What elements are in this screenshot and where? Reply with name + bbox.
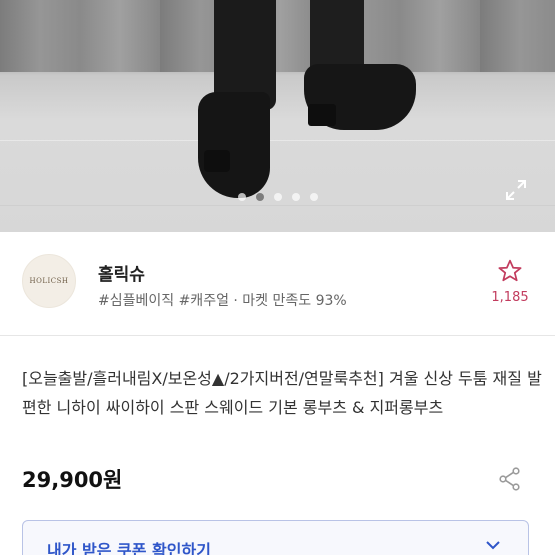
boot [198, 92, 270, 198]
carousel-dot[interactable] [309, 193, 318, 201]
coupon-check-button[interactable]: 내가 받은 쿠폰 확인하기 [22, 520, 529, 555]
product-title: [오늘출발/흘러내림X/보온성▲/2가지버전/연말룩추천] 겨울 신상 두툼 재… [22, 369, 542, 417]
product-price: 29,900원 [22, 468, 123, 492]
boot-heel [204, 150, 230, 172]
carousel-dot[interactable] [291, 193, 300, 201]
photo-floor-line [0, 140, 555, 141]
photo-floor-line [0, 205, 555, 206]
carousel-indicator [0, 193, 555, 201]
shop-tags: #심플베이직 #캐주얼 · 마켓 만족도 93% [98, 293, 347, 309]
wish-button[interactable]: 1,185 [490, 258, 530, 305]
coupon-label: 내가 받은 쿠폰 확인하기 [47, 541, 211, 555]
shop-logo-text: HOLICSH [29, 277, 69, 285]
expand-icon[interactable] [504, 178, 528, 202]
star-icon [498, 259, 522, 282]
boot-heel [308, 104, 336, 126]
carousel-dot[interactable] [237, 193, 246, 201]
share-icon[interactable] [498, 466, 522, 492]
shop-name[interactable]: 홀릭슈 [98, 260, 145, 285]
carousel-dot-active[interactable] [255, 193, 264, 201]
chevron-down-icon [486, 541, 500, 550]
product-image[interactable] [0, 0, 555, 232]
shop-logo[interactable]: HOLICSH [22, 254, 76, 308]
shop-info[interactable]: HOLICSH 홀릭슈 #심플베이직 #캐주얼 · 마켓 만족도 93% 1,1… [0, 232, 555, 336]
photo-background-wall [0, 0, 555, 72]
wish-count: 1,185 [491, 290, 529, 305]
carousel-dot[interactable] [273, 193, 282, 201]
